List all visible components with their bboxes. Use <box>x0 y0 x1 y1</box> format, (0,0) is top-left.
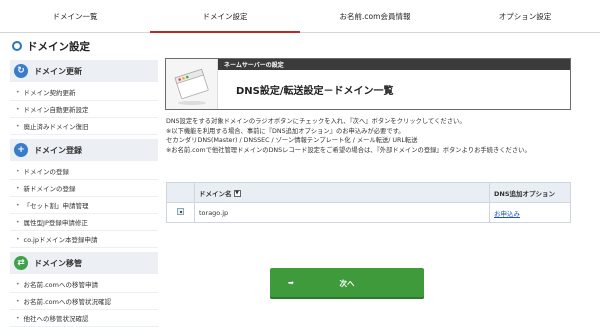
instruction-line: ※以下機能を利用する場合、事前に『DNS追加オプション』のお申込みが必要です。 <box>166 127 405 135</box>
sidebar-item-set-discount[interactable]: 「セット割」申請管理 <box>10 197 158 214</box>
sidebar-heading-renewal: ↻ ドメイン更新 <box>10 60 158 82</box>
tab-domain-list[interactable]: ドメイン一覧 <box>0 0 150 32</box>
sidebar-item-transfer-status[interactable]: お名前.comへの移管状況確認 <box>10 293 158 310</box>
domain-column-label: ドメイン名 <box>199 189 232 198</box>
dns-option-column-header: DNS追加オプション <box>489 182 571 203</box>
domain-radio[interactable] <box>177 208 184 215</box>
table-row: torago.jp お申込み <box>166 202 571 223</box>
sidebar-heading-label: ドメイン移管 <box>34 258 82 268</box>
sidebar-item-new-register[interactable]: 新ドメインの登録 <box>10 180 158 197</box>
instruction-line: セカンダリDNS(Master) / DNSSEC / ゾーン情報テンプレート化… <box>166 137 418 144</box>
page-title-text: ドメイン設定 <box>27 40 90 53</box>
section-title: DNS設定/転送設定－ドメイン一覧 <box>236 86 394 97</box>
dns-illustration <box>166 59 218 109</box>
page-title: ドメイン設定 <box>12 38 90 54</box>
instruction-line: DNS設定をする対象ドメインのラジオボタンにチェックを入れ、『次へ』ボタンをクリ… <box>166 118 466 125</box>
sidebar-item-register[interactable]: ドメインの登録 <box>10 163 158 180</box>
domain-table: ドメイン名 ▼ DNS追加オプション torago.jp お申込み <box>166 182 571 223</box>
tab-option-settings[interactable]: オプション設定 <box>450 0 600 32</box>
sidebar-heading-transfer: ⇄ ドメイン移管 <box>10 252 158 274</box>
sidebar: ↻ ドメイン更新 ドメイン契約更新 ドメイン自動更新設定 廃止済みドメイン復旧 … <box>10 60 158 327</box>
sidebar-item-transfer-out[interactable]: 他社への移管状況確認 <box>10 310 158 327</box>
tab-member-info[interactable]: お名前.com会員情報 <box>300 0 450 32</box>
arrow-right-icon: ➡ <box>288 279 294 287</box>
apply-link[interactable]: お申込み <box>494 210 520 218</box>
sidebar-item-cojp-register[interactable]: co.jpドメイン本登録申請 <box>10 231 158 248</box>
sidebar-item-jp-attribute[interactable]: 属性型JP登録申請修正 <box>10 214 158 231</box>
sidebar-item-transfer-in[interactable]: お名前.comへの移管申請 <box>10 276 158 293</box>
circle-icon <box>12 41 22 51</box>
section-label: ネームサーバーの設定 <box>218 59 570 70</box>
section-header: ネームサーバーの設定 DNS設定/転送設定－ドメイン一覧 <box>165 58 571 110</box>
sidebar-heading-registration: + ドメイン登録 <box>10 139 158 161</box>
sidebar-group-transfer: ⇄ ドメイン移管 お名前.comへの移管申請 お名前.comへの移管状況確認 他… <box>10 252 158 327</box>
instruction-line: ※お名前.comで他社管理ドメインのDNSレコード設定をご希望の場合は、『外部ド… <box>166 146 531 154</box>
select-cell <box>166 202 195 223</box>
select-column-header <box>166 182 195 203</box>
sort-icon[interactable]: ▼ <box>233 190 241 197</box>
sidebar-heading-label: ドメイン更新 <box>34 66 82 76</box>
plus-icon: + <box>14 143 28 157</box>
top-nav: ドメイン一覧 ドメイン設定 お名前.com会員情報 オプション設定 <box>0 0 600 33</box>
sidebar-group-registration: + ドメイン登録 ドメインの登録 新ドメインの登録 「セット割」申請管理 属性型… <box>10 139 158 248</box>
tab-domain-settings[interactable]: ドメイン設定 <box>150 0 300 33</box>
refresh-icon: ↻ <box>14 64 28 78</box>
sidebar-group-renewal: ↻ ドメイン更新 ドメイン契約更新 ドメイン自動更新設定 廃止済みドメイン復旧 <box>10 60 158 135</box>
next-button[interactable]: ➡ 次へ <box>270 268 424 299</box>
sidebar-item-renewal[interactable]: ドメイン契約更新 <box>10 84 158 101</box>
table-header-row: ドメイン名 ▼ DNS追加オプション <box>166 182 571 203</box>
next-button-label: 次へ <box>339 279 355 288</box>
instructions: DNS設定をする対象ドメインのラジオボタンにチェックを入れ、『次へ』ボタンをクリ… <box>166 117 586 155</box>
sidebar-item-auto-renewal[interactable]: ドメイン自動更新設定 <box>10 101 158 118</box>
transfer-icon: ⇄ <box>14 256 28 270</box>
domain-column-header[interactable]: ドメイン名 ▼ <box>194 182 490 203</box>
sidebar-item-restore[interactable]: 廃止済みドメイン復旧 <box>10 118 158 135</box>
domain-name-cell: torago.jp <box>194 202 490 223</box>
sidebar-heading-label: ドメイン登録 <box>34 145 82 155</box>
dns-option-cell: お申込み <box>489 202 571 223</box>
